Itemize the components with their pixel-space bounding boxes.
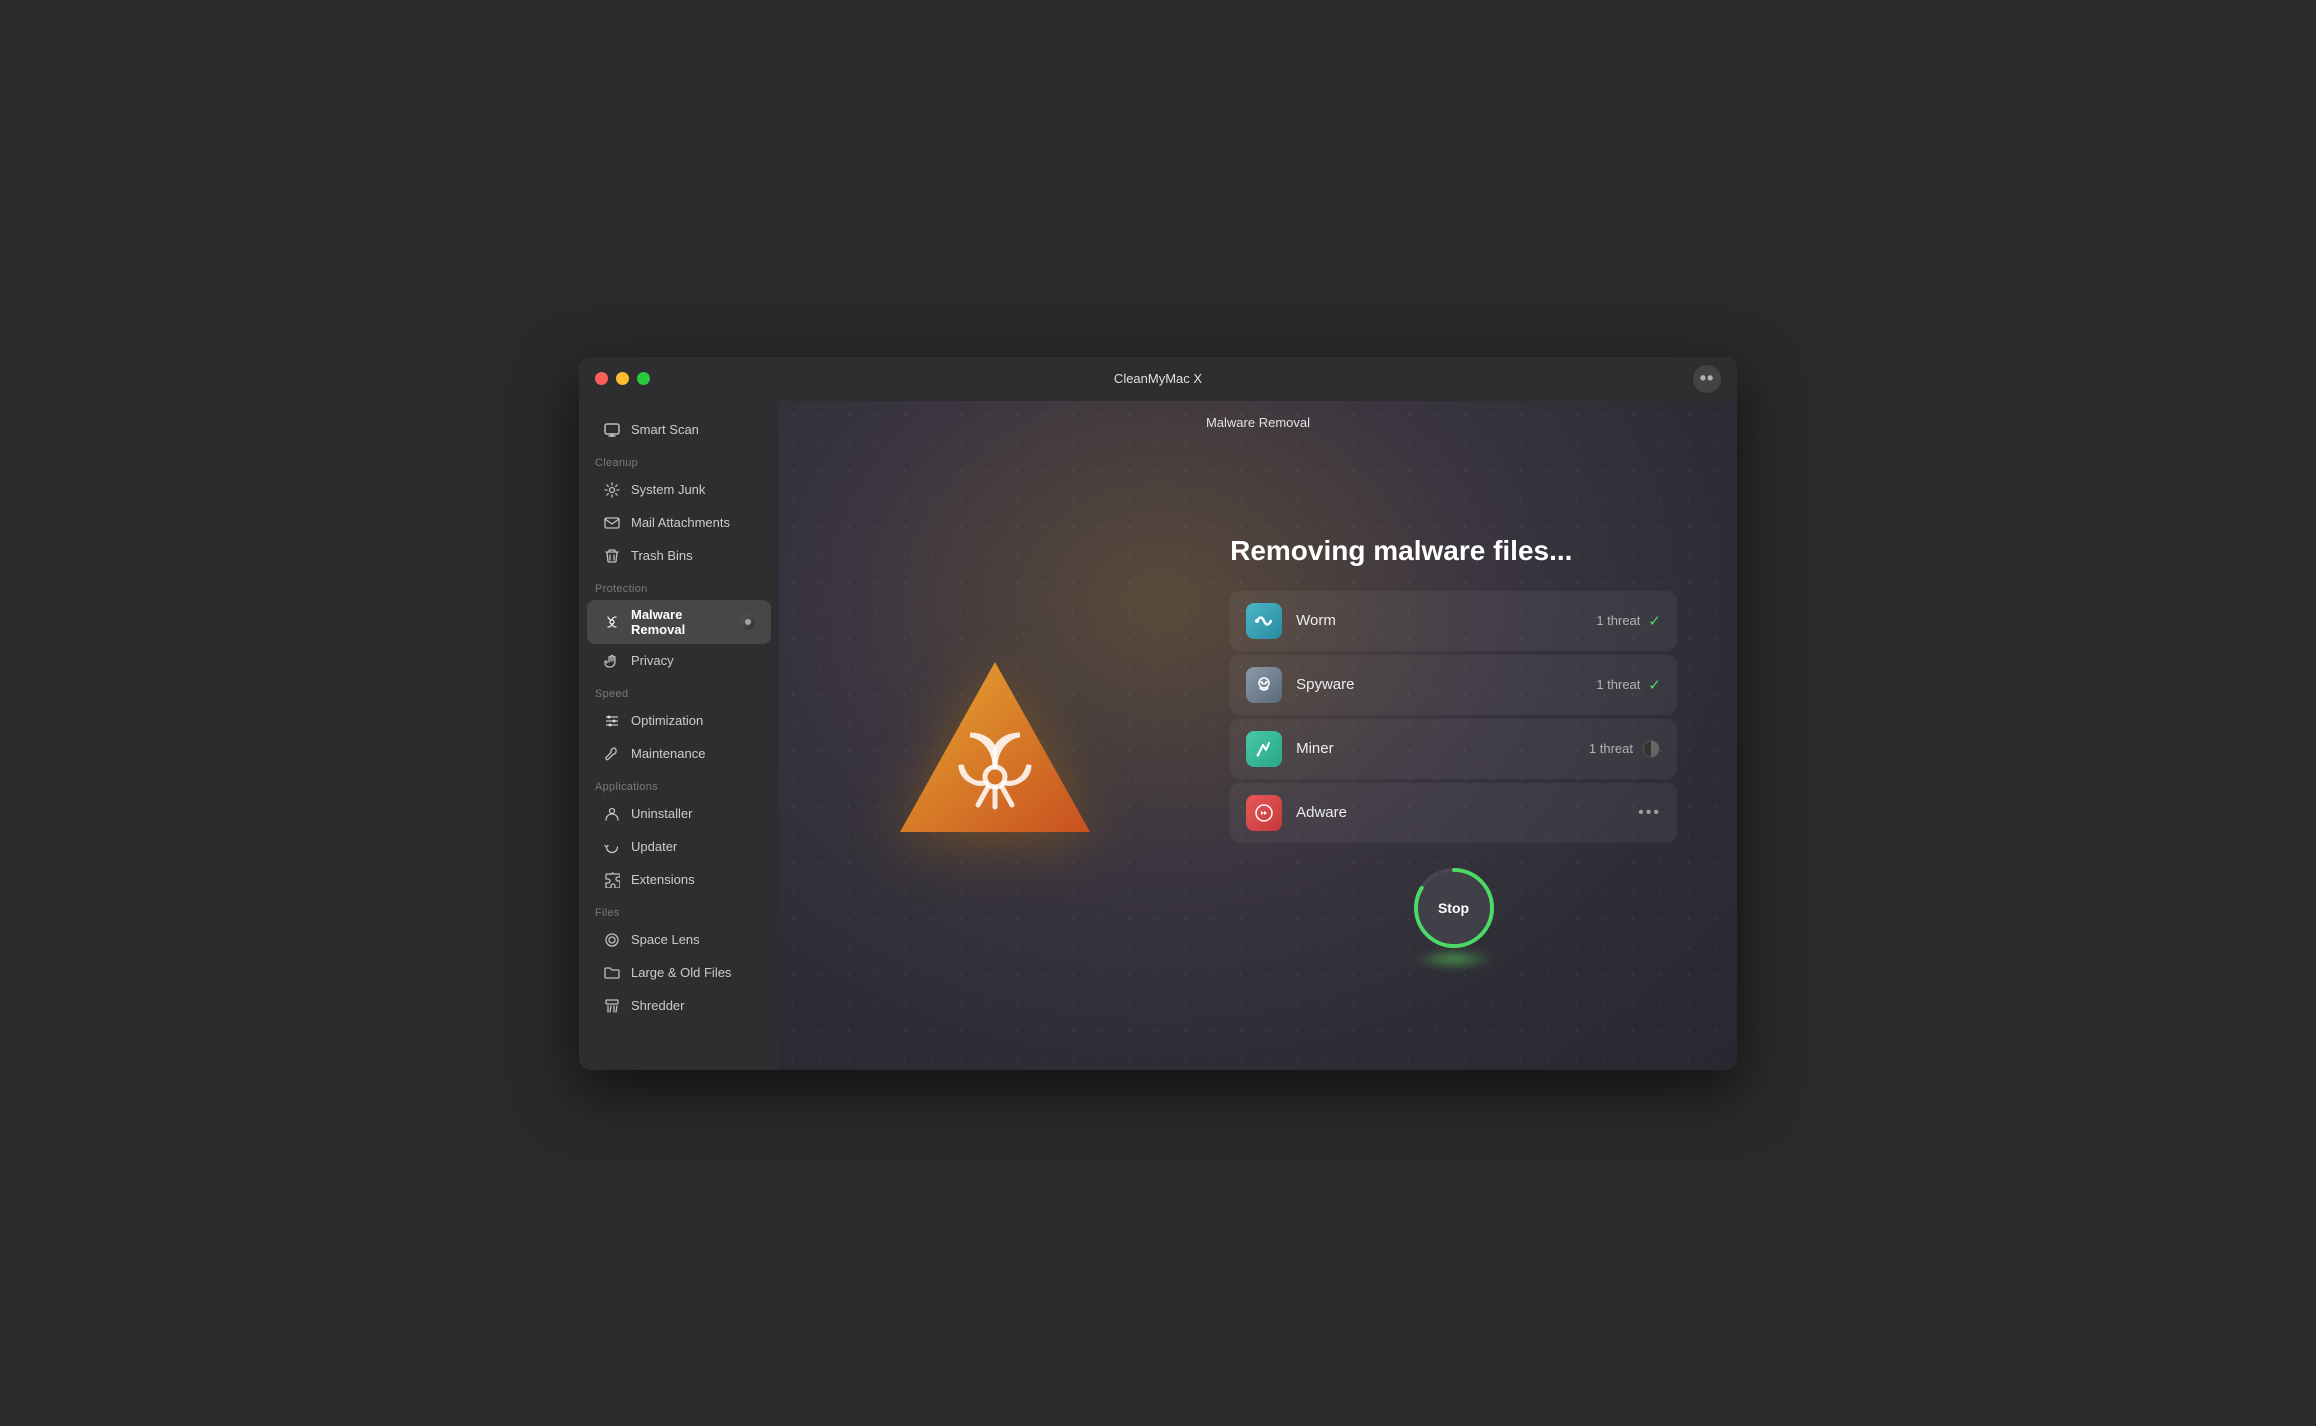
threat-list: Worm 1 threat ✓	[1230, 591, 1677, 843]
threat-name-spyware: Spyware	[1296, 676, 1582, 693]
sidebar-item-label: System Junk	[631, 482, 705, 497]
threat-check-spyware: ✓	[1648, 676, 1661, 694]
worm-icon	[1246, 603, 1282, 639]
sidebar-item-trash-bins[interactable]: Trash Bins	[587, 540, 771, 572]
threat-status-worm: 1 threat ✓	[1596, 612, 1661, 630]
stop-button[interactable]: Stop	[1418, 872, 1490, 944]
sidebar-item-label: Uninstaller	[631, 806, 692, 821]
sidebar: Smart Scan Cleanup System Junk	[579, 401, 779, 1070]
sidebar-item-label: Large & Old Files	[631, 965, 731, 980]
sidebar-item-label: Shredder	[631, 998, 684, 1013]
main-body: Removing malware files... Worm	[779, 444, 1737, 1070]
threat-row-spyware: Spyware 1 threat ✓	[1230, 655, 1677, 715]
threat-name-worm: Worm	[1296, 612, 1582, 629]
circle-icon	[603, 931, 621, 949]
spyware-icon	[1246, 667, 1282, 703]
sidebar-item-shredder[interactable]: Shredder	[587, 990, 771, 1022]
folder-icon	[603, 964, 621, 982]
sidebar-item-label: Optimization	[631, 713, 703, 728]
app-window: CleanMyMac X •• Smart Scan Cleanup	[579, 357, 1737, 1070]
section-protection: Protection	[579, 573, 779, 599]
sidebar-item-label: Updater	[631, 839, 677, 854]
stop-button-wrapper: Stop	[1413, 867, 1495, 949]
content-area: Smart Scan Cleanup System Junk	[579, 401, 1737, 1070]
more-button[interactable]: ••	[1693, 365, 1721, 393]
threat-count-spyware: 1 threat	[1596, 677, 1640, 692]
threat-name-miner: Miner	[1296, 740, 1575, 757]
sidebar-item-label: Privacy	[631, 653, 674, 668]
person-icon	[603, 805, 621, 823]
biohazard-animation	[875, 637, 1115, 877]
monitor-icon	[603, 421, 621, 439]
gear-icon	[603, 481, 621, 499]
threat-count-miner: 1 threat	[1589, 741, 1633, 756]
sidebar-item-maintenance[interactable]: Maintenance	[587, 738, 771, 770]
sidebar-item-uninstaller[interactable]: Uninstaller	[587, 798, 771, 830]
sidebar-item-label: Smart Scan	[631, 422, 699, 437]
right-panel: Removing malware files... Worm	[1210, 515, 1737, 999]
sidebar-item-system-junk[interactable]: System Junk	[587, 474, 771, 506]
threat-count-worm: 1 threat	[1596, 613, 1640, 628]
section-files: Files	[579, 897, 779, 923]
threat-check-worm: ✓	[1648, 612, 1661, 630]
titlebar: CleanMyMac X ••	[579, 357, 1737, 401]
main-page-title: Malware Removal	[779, 401, 1737, 444]
miner-icon	[1246, 731, 1282, 767]
trash-icon	[603, 547, 621, 565]
threat-status-adware: •••	[1638, 804, 1661, 822]
progress-ring-miner	[1641, 739, 1661, 759]
sidebar-item-malware-removal[interactable]: Malware Removal	[587, 600, 771, 644]
threat-row-miner: Miner 1 threat	[1230, 719, 1677, 779]
sidebar-item-space-lens[interactable]: Space Lens	[587, 924, 771, 956]
close-button[interactable]	[595, 372, 608, 385]
refresh-icon	[603, 838, 621, 856]
threat-name-adware: Adware	[1296, 804, 1624, 821]
icon-area	[779, 637, 1210, 877]
wrench-icon	[603, 745, 621, 763]
maximize-button[interactable]	[637, 372, 650, 385]
hand-icon	[603, 652, 621, 670]
stop-glow	[1414, 949, 1494, 969]
sliders-icon	[603, 712, 621, 730]
threat-pending-adware: •••	[1638, 804, 1661, 822]
threat-status-miner: 1 threat	[1589, 739, 1661, 759]
traffic-lights	[595, 372, 650, 385]
sidebar-item-optimization[interactable]: Optimization	[587, 705, 771, 737]
titlebar-app-name: CleanMyMac X	[1114, 371, 1202, 386]
shred-icon	[603, 997, 621, 1015]
active-badge	[740, 614, 755, 630]
sidebar-item-label: Mail Attachments	[631, 515, 730, 530]
minimize-button[interactable]	[616, 372, 629, 385]
sidebar-item-smart-scan[interactable]: Smart Scan	[587, 414, 771, 446]
sidebar-item-mail-attachments[interactable]: Mail Attachments	[587, 507, 771, 539]
removing-title: Removing malware files...	[1230, 535, 1677, 567]
threat-row-adware: Adware •••	[1230, 783, 1677, 843]
main-content: Malware Removal	[779, 401, 1737, 1070]
adware-icon	[1246, 795, 1282, 831]
sidebar-item-updater[interactable]: Updater	[587, 831, 771, 863]
stop-area: Stop	[1230, 867, 1677, 979]
sidebar-item-extensions[interactable]: Extensions	[587, 864, 771, 896]
sidebar-item-label: Extensions	[631, 872, 695, 887]
sidebar-item-privacy[interactable]: Privacy	[587, 645, 771, 677]
envelope-icon	[603, 514, 621, 532]
sidebar-item-label: Space Lens	[631, 932, 700, 947]
section-applications: Applications	[579, 771, 779, 797]
section-cleanup: Cleanup	[579, 447, 779, 473]
sidebar-item-label: Maintenance	[631, 746, 705, 761]
sidebar-item-label: Malware Removal	[631, 607, 730, 637]
puzzle-icon	[603, 871, 621, 889]
biohazard-icon	[603, 613, 621, 631]
threat-row-worm: Worm 1 threat ✓	[1230, 591, 1677, 651]
sidebar-item-label: Trash Bins	[631, 548, 693, 563]
section-speed: Speed	[579, 678, 779, 704]
threat-status-spyware: 1 threat ✓	[1596, 676, 1661, 694]
sidebar-item-large-old-files[interactable]: Large & Old Files	[587, 957, 771, 989]
